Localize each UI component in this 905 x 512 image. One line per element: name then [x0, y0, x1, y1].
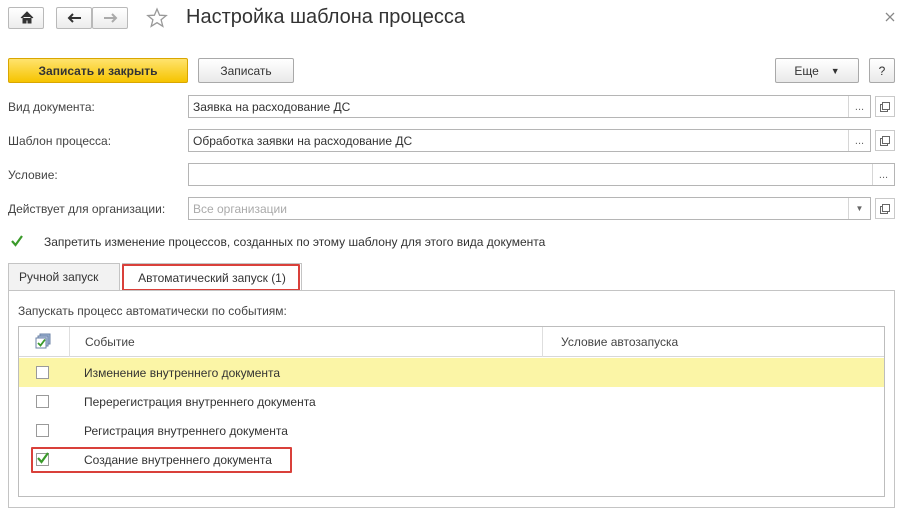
open-doc-type-button[interactable]	[875, 96, 895, 117]
template-value: Обработка заявки на расходование ДС	[193, 133, 413, 148]
events-caption: Запускать процесс автоматически по событ…	[18, 304, 287, 318]
created-event-highlight	[31, 447, 292, 473]
row-checkbox[interactable]	[36, 366, 49, 379]
forward-button[interactable]	[92, 7, 128, 29]
template-field[interactable]: Обработка заявки на расходование ДС ...	[188, 129, 871, 152]
table-row[interactable]: Регистрация внутреннего документа	[19, 416, 884, 445]
org-placeholder: Все организации	[193, 201, 287, 216]
dropdown-button[interactable]: ▼	[848, 198, 870, 219]
header-divider	[69, 327, 70, 357]
arrow-right-icon	[104, 13, 118, 23]
select-button[interactable]: ...	[872, 164, 894, 185]
doc-type-field[interactable]: Заявка на расходование ДС ...	[188, 95, 871, 118]
event-name: Изменение внутреннего документа	[84, 366, 281, 380]
column-header-event[interactable]: Событие	[85, 335, 135, 349]
select-button[interactable]: ...	[848, 96, 870, 117]
doc-type-label: Вид документа:	[8, 100, 95, 114]
doc-type-value: Заявка на расходование ДС	[193, 99, 351, 114]
home-button[interactable]	[8, 7, 44, 29]
select-button[interactable]: ...	[848, 130, 870, 151]
template-label: Шаблон процесса:	[8, 134, 112, 148]
dropdown-arrow-icon: ▼	[830, 65, 840, 76]
auto-start-tab-highlight	[122, 264, 300, 291]
more-button[interactable]: Еще ▼	[775, 58, 859, 83]
table-row[interactable]: Изменение внутреннего документа	[19, 358, 884, 387]
row-checkbox[interactable]	[36, 395, 49, 408]
open-icon	[880, 135, 890, 146]
home-icon	[20, 11, 34, 24]
prohibit-checkbox[interactable]	[10, 234, 24, 251]
open-template-button[interactable]	[875, 130, 895, 151]
back-button[interactable]	[56, 7, 92, 29]
checkmark-icon	[11, 235, 23, 247]
save-and-close-button[interactable]: Записать и закрыть	[8, 58, 188, 83]
column-header-condition[interactable]: Условие автозапуска	[561, 335, 678, 349]
check-all-icon[interactable]	[35, 333, 51, 349]
help-button[interactable]: ?	[869, 58, 895, 83]
star-icon[interactable]	[146, 7, 168, 29]
condition-label: Условие:	[8, 168, 58, 182]
open-org-button[interactable]	[875, 198, 895, 219]
event-name: Регистрация внутреннего документа	[84, 424, 288, 438]
save-button[interactable]: Записать	[198, 58, 294, 83]
open-icon	[880, 203, 890, 214]
org-field[interactable]: Все организации ▼	[188, 197, 871, 220]
arrow-left-icon	[67, 13, 81, 23]
page-title: Настройка шаблона процесса	[186, 6, 466, 28]
close-icon[interactable]	[885, 12, 895, 22]
event-name: Перерегистрация внутреннего документа	[84, 395, 316, 409]
header-divider	[542, 327, 543, 357]
row-checkbox[interactable]	[36, 424, 49, 437]
tab-manual-start[interactable]: Ручной запуск	[8, 263, 120, 290]
condition-field[interactable]: ...	[188, 163, 895, 186]
table-row[interactable]: Перерегистрация внутреннего документа	[19, 387, 884, 416]
prohibit-label: Запретить изменение процессов, созданных…	[44, 235, 546, 249]
org-label: Действует для организации:	[8, 202, 166, 216]
events-table-header: Событие Условие автозапуска	[19, 327, 884, 357]
open-icon	[880, 101, 890, 112]
